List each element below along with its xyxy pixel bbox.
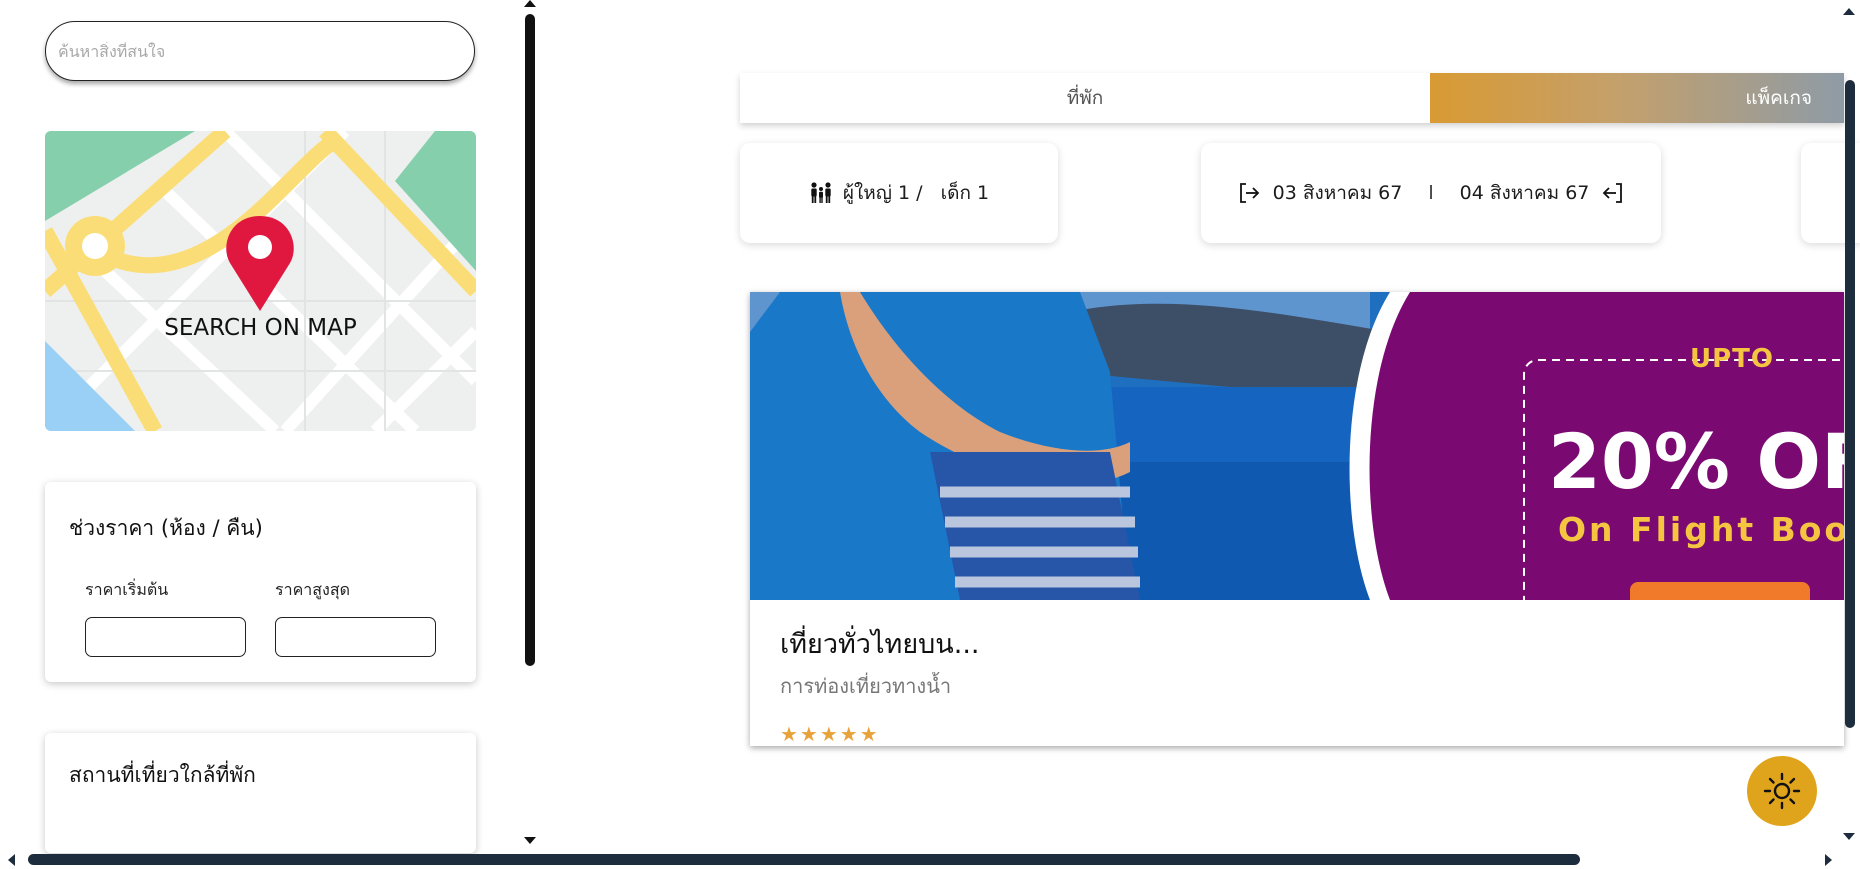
date-separator: l [1428, 182, 1434, 204]
page-scroll-right-arrow[interactable] [1825, 854, 1832, 866]
check-out-date: 04 สิงหาคม 67 [1459, 182, 1590, 204]
check-in-date: 03 สิงหาคม 67 [1272, 182, 1403, 204]
tab-package[interactable]: แพ็คเกจ [1430, 73, 1844, 123]
page-scroll-down-arrow[interactable] [1843, 833, 1855, 840]
family-icon [811, 182, 831, 203]
page-horizontal-scrollbar-thumb[interactable] [28, 854, 1580, 865]
promo-banner-upto: UPTO [1690, 344, 1775, 374]
promo-banner-subtitle: On Flight Booki [1558, 510, 1844, 549]
price-range-title: ช่วงราคา (ห้อง / คืน) [69, 516, 263, 540]
package-promo-card[interactable]: UPTO 20% OF On Flight Booki เที่ยวทั่วไท… [750, 292, 1844, 746]
nearby-attractions-title: สถานที่เที่ยวใกล้ที่พัก [69, 763, 256, 787]
promo-banner-percent: 20% OF [1548, 417, 1844, 506]
tab-accommodation[interactable]: ที่พัก [740, 73, 1430, 123]
sidebar-scrollbar-thumb[interactable] [525, 14, 535, 666]
promo-banner-image: UPTO 20% OF On Flight Booki [750, 292, 1844, 600]
min-price-label: ราคาเริ่มต้น [85, 580, 169, 599]
theme-toggle-button[interactable] [1747, 756, 1817, 826]
check-in-icon [1239, 183, 1259, 203]
sun-icon [1763, 772, 1801, 810]
guest-count-text: ผู้ใหญ่ 1 / เด็ก 1 [842, 182, 990, 204]
nearby-attractions-card: สถานที่เที่ยวใกล้ที่พัก [45, 733, 476, 853]
page-scroll-up-arrow[interactable] [1843, 8, 1855, 15]
check-out-icon [1603, 183, 1623, 203]
search-input[interactable] [58, 41, 474, 61]
date-range-selector[interactable]: 03 สิงหาคม 67 l 04 สิงหาคม 67 [1201, 143, 1661, 243]
search-on-map-label: SEARCH ON MAP [164, 315, 357, 341]
page-scroll-left-arrow[interactable] [8, 854, 15, 866]
promo-category: การท่องเที่ยวทางน้ำ [780, 674, 952, 698]
search-on-map-card[interactable]: SEARCH ON MAP [45, 131, 476, 431]
sidebar-scroll-down-arrow[interactable] [524, 837, 536, 844]
page-vertical-scrollbar-thumb[interactable] [1845, 80, 1855, 728]
sidebar-scroll-up-arrow[interactable] [524, 0, 536, 7]
max-price-input[interactable] [275, 617, 436, 657]
price-range-card: ช่วงราคา (ห้อง / คืน) ราคาเริ่มต้น ราคาส… [45, 482, 476, 682]
booking-type-tabs: ที่พัก แพ็คเกจ [740, 73, 1844, 123]
star-rating: ★★★★★ [780, 722, 880, 746]
max-price-label: ราคาสูงสุด [275, 580, 350, 599]
search-box[interactable] [45, 21, 475, 81]
guest-selector[interactable]: ผู้ใหญ่ 1 / เด็ก 1 [740, 143, 1058, 243]
promo-title: เที่ยวทั่วไทยบน... [780, 629, 980, 660]
min-price-input[interactable] [85, 617, 246, 657]
map-illustration [45, 131, 476, 431]
